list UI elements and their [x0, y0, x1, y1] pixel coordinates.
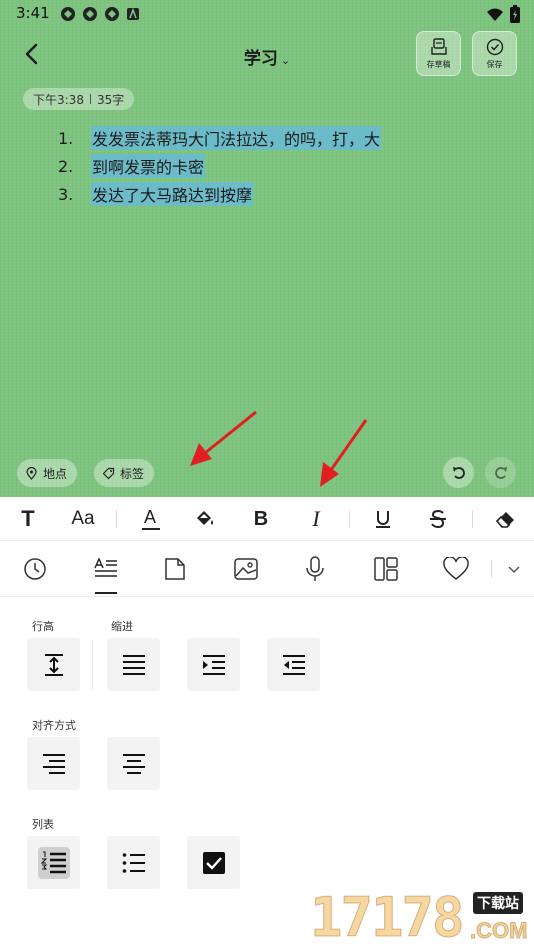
numbered-list-icon [40, 851, 66, 873]
toolbar-divider [116, 510, 117, 528]
panel-divider [92, 640, 93, 690]
note-editor[interactable]: 3:41 学习 ⌄ 存草稿 保存 下午3:38 35字 1. 发发票法蒂玛大门法拉 [0, 0, 534, 497]
watermark-domain: .COM [469, 918, 528, 944]
active-tab-indicator [95, 592, 117, 594]
tab-template[interactable] [364, 541, 408, 597]
list-label: 列表 [32, 818, 54, 831]
underline-button[interactable] [363, 497, 403, 541]
tab-voice[interactable] [293, 541, 337, 597]
format-toolbar: T Aa A B I [0, 497, 534, 541]
toolbar-divider [472, 510, 473, 528]
indent-increase-icon [202, 654, 225, 675]
location-label: 地点 [43, 466, 68, 481]
collapse-panel-button[interactable] [492, 541, 534, 597]
tab-paragraph[interactable] [84, 541, 128, 597]
line-height-label: 行高 [32, 620, 54, 633]
alignment-label: 对齐方式 [32, 719, 76, 732]
indent-none-button[interactable] [107, 638, 160, 691]
image-icon [234, 558, 258, 580]
italic-icon: I [312, 506, 320, 531]
watermark-logo: 17178 下载站 .COM [310, 886, 532, 949]
font-size-button[interactable]: Aa [63, 497, 103, 541]
watermark-site: 下载站 [473, 892, 523, 914]
tab-image[interactable] [224, 541, 268, 597]
undo-button[interactable] [443, 457, 474, 488]
paragraph-format-icon [94, 557, 117, 577]
numbered-list-button[interactable] [27, 836, 80, 889]
bullet-list-button[interactable] [107, 836, 160, 889]
decrease-indent-button[interactable] [267, 638, 320, 691]
increase-indent-button[interactable] [187, 638, 240, 691]
indent-label: 缩进 [111, 620, 133, 633]
line-height-button[interactable] [27, 638, 80, 691]
strikethrough-icon [430, 509, 446, 529]
redo-button[interactable] [485, 457, 516, 488]
bullet-list-icon [122, 852, 145, 873]
highlight-color-button[interactable] [185, 497, 225, 541]
tab-history[interactable] [13, 541, 57, 597]
tool-tab-bar [0, 541, 534, 597]
text-style-button[interactable]: T [8, 497, 48, 541]
strikethrough-button[interactable] [418, 497, 458, 541]
tag-label: 标签 [120, 466, 145, 481]
eraser-icon [495, 512, 514, 528]
tag-icon [102, 467, 115, 479]
font-color-letter: A [144, 507, 157, 527]
annotation-arrow-left [190, 410, 257, 466]
paint-bucket-icon [197, 511, 213, 525]
checklist-button[interactable] [187, 836, 240, 889]
location-button[interactable]: 地点 [17, 459, 78, 487]
toolbar-divider [349, 510, 350, 528]
font-color-icon: A [141, 507, 161, 531]
redo-icon [494, 466, 507, 479]
chevron-down-icon [508, 566, 520, 574]
undo-icon [452, 466, 465, 479]
align-center-button[interactable] [107, 737, 160, 790]
tab-background[interactable] [153, 541, 197, 597]
align-right-icon [42, 753, 65, 774]
font-size-icon: Aa [71, 508, 95, 529]
watermark-numbers: 17178 [310, 886, 466, 949]
page-icon [165, 558, 185, 580]
font-color-button[interactable]: A [131, 497, 171, 541]
text-style-icon: T [21, 506, 35, 531]
italic-button[interactable]: I [296, 497, 336, 541]
align-right-button[interactable] [27, 737, 80, 790]
heart-icon [443, 557, 469, 580]
line-height-icon [44, 653, 63, 676]
tab-favorite[interactable] [434, 541, 478, 597]
clock-icon [24, 558, 46, 580]
align-justify-icon [122, 654, 145, 675]
bold-button[interactable]: B [241, 497, 281, 541]
annotation-arrow-right [320, 419, 368, 487]
underline-icon [376, 511, 390, 528]
align-center-icon [122, 753, 145, 774]
active-option-bg [37, 846, 70, 879]
layout-template-icon [374, 557, 398, 581]
checkbox-icon [202, 851, 225, 874]
location-pin-icon [26, 466, 37, 480]
bold-icon: B [253, 507, 269, 530]
tag-button[interactable]: 标签 [94, 459, 155, 487]
annotation-arrows [190, 410, 368, 487]
clear-format-button[interactable] [486, 497, 526, 541]
indent-decrease-icon [282, 654, 305, 675]
microphone-icon [306, 556, 324, 581]
